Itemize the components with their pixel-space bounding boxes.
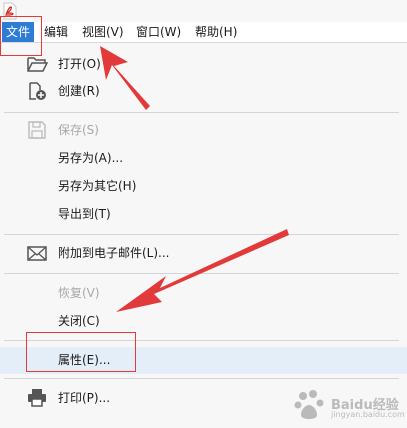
arrow-to-properties-icon: [116, 229, 289, 312]
baidu-watermark: Baidu经验 jingyan.baidu.com: [293, 388, 405, 422]
watermark-url: jingyan.baidu.com: [331, 410, 405, 419]
arrow-to-file-menu-icon: [100, 46, 150, 110]
baidu-paw-icon: [294, 390, 324, 419]
annotation-arrows: [100, 46, 289, 312]
